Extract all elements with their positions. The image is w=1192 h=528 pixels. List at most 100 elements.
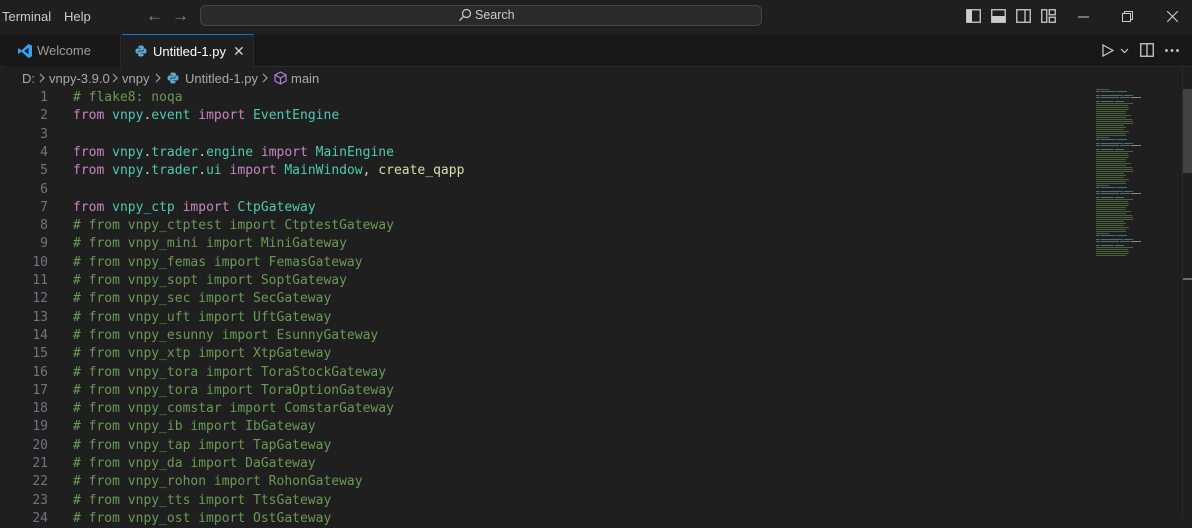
code-line[interactable]: 13 # from vnpy_uft import UftGateway xyxy=(0,309,1090,327)
minimap-line xyxy=(1096,251,1130,252)
breadcrumb-folder-vnpy[interactable]: vnpy xyxy=(122,71,149,86)
minimap[interactable] xyxy=(1092,89,1182,259)
minimap-line xyxy=(1096,247,1133,248)
minimap-line xyxy=(1107,197,1114,198)
toggle-panel-icon[interactable] xyxy=(991,9,1006,23)
minimap-line xyxy=(1113,193,1120,194)
more-actions-icon[interactable] xyxy=(1165,49,1179,52)
code-line[interactable]: 17 # from vnpy_tora import ToraOptionGate… xyxy=(0,382,1090,400)
customize-layout-icon[interactable] xyxy=(1041,9,1056,23)
minimap-line xyxy=(1096,233,1109,234)
minimap-line xyxy=(1096,161,1126,162)
run-python-file-icon[interactable] xyxy=(1102,44,1114,57)
minimap-line xyxy=(1096,101,1100,102)
minimap-line xyxy=(1100,245,1108,246)
code-token: # from vnpy_tora import ToraStockGateway xyxy=(73,364,387,380)
restore-icon[interactable] xyxy=(1122,11,1133,22)
close-window-icon[interactable] xyxy=(1167,11,1178,22)
minimap-line xyxy=(1107,149,1114,150)
toggle-primary-sidebar-icon[interactable] xyxy=(966,9,981,23)
breadcrumb-drive[interactable]: D: xyxy=(22,71,35,86)
code-line[interactable]: 19 # from vnpy_ib import IbGateway xyxy=(0,418,1090,436)
code-line[interactable]: 22 # from vnpy_rohon import RohonGateway xyxy=(0,473,1090,491)
tab-untitled-1[interactable]: Untitled-1.py ✕ xyxy=(122,34,254,68)
tab-welcome[interactable]: Welcome xyxy=(6,34,121,67)
back-arrow-icon[interactable]: ← xyxy=(146,6,163,26)
minimap-line xyxy=(1096,249,1128,250)
code-text: # from vnpy_ctptest import CtptestGatewa… xyxy=(73,217,394,235)
minimap-line xyxy=(1096,223,1126,224)
code-token: from xyxy=(73,108,113,124)
minimap-line xyxy=(1113,97,1120,98)
scrollbar-thumb[interactable] xyxy=(1183,89,1192,173)
code-line[interactable]: 11 # from vnpy_sopt import SoptGateway xyxy=(0,272,1090,290)
code-line[interactable]: 5 from vnpy.trader.ui import MainWindow, … xyxy=(0,162,1090,180)
minimap-line xyxy=(1109,139,1116,140)
breadcrumb-folder-vnpy-390[interactable]: vnpy-3.9.0 xyxy=(49,71,110,86)
code-token: import xyxy=(253,144,316,160)
minimap-line xyxy=(1113,145,1120,146)
command-center-search[interactable]: Search xyxy=(200,5,762,26)
code-token: # from vnpy_sec import SecGateway xyxy=(73,291,332,307)
code-token: from xyxy=(73,144,113,160)
chevron-down-icon[interactable] xyxy=(1120,48,1129,54)
minimap-line xyxy=(1114,149,1124,150)
minimize-icon[interactable] xyxy=(1078,16,1089,18)
close-tab-icon[interactable]: ✕ xyxy=(233,43,245,60)
code-token: # from vnpy_femas import FemasGateway xyxy=(73,254,363,270)
code-text: # from vnpy_tora import ToraOptionGatewa… xyxy=(73,382,394,400)
line-number: 6 xyxy=(40,181,48,197)
code-line[interactable]: 7 from vnpy_ctp import CtpGateway xyxy=(0,199,1090,217)
minimap-line xyxy=(1096,225,1124,226)
code-line[interactable]: 20 # from vnpy_tap import TapGateway xyxy=(0,437,1090,455)
code-line[interactable]: 23 # from vnpy_tts import TtsGateway xyxy=(0,492,1090,510)
line-number: 4 xyxy=(40,144,48,160)
code-line[interactable]: 4 from vnpy.trader.engine import MainEngi… xyxy=(0,144,1090,162)
chevron-right-icon xyxy=(112,73,118,83)
code-line[interactable]: 14 # from vnpy_esunny import EsunnyGatewa… xyxy=(0,327,1090,345)
code-line[interactable]: 8 # from vnpy_ctptest import CtptestGatew… xyxy=(0,217,1090,235)
breadcrumb-symbol[interactable]: main xyxy=(291,71,319,86)
code-editor[interactable]: 1 # flake8: noqa 2 from vnpy.event import E… xyxy=(0,89,1192,526)
code-line[interactable]: 21 # from vnpy_da import DaGateway xyxy=(0,455,1090,473)
code-line[interactable]: 16 # from vnpy_tora import ToraStockGatew… xyxy=(0,364,1090,382)
minimap-line xyxy=(1109,187,1116,188)
code-token: MainEngine xyxy=(315,144,394,160)
forward-arrow-icon[interactable]: → xyxy=(172,6,189,26)
minimap-line xyxy=(1096,185,1109,186)
code-line[interactable]: 1 # flake8: noqa xyxy=(0,89,1090,107)
menu-terminal[interactable]: Terminal xyxy=(2,9,51,24)
minimap-line xyxy=(1123,239,1133,240)
code-line[interactable]: 3 xyxy=(0,126,1090,144)
code-text: from vnpy.event import EventEngine xyxy=(73,107,339,125)
code-line[interactable]: 18 # from vnpy_comstar import ComstarGate… xyxy=(0,400,1090,418)
code-line[interactable]: 6 xyxy=(0,181,1090,199)
minimap-line xyxy=(1116,187,1127,188)
minimap-line xyxy=(1100,101,1108,102)
line-number: 21 xyxy=(32,456,48,471)
code-token: # from vnpy_ctptest import CtptestGatewa… xyxy=(73,218,394,234)
code-line[interactable]: 15 # from vnpy_xtp import XtpGateway xyxy=(0,345,1090,363)
minimap-line xyxy=(1096,239,1100,240)
code-line[interactable]: 10 # from vnpy_femas import FemasGateway xyxy=(0,254,1090,272)
line-number: 20 xyxy=(32,437,48,453)
split-editor-icon[interactable] xyxy=(1140,43,1154,57)
menu-help[interactable]: Help xyxy=(64,9,91,24)
breadcrumb-file[interactable]: Untitled-1.py xyxy=(185,71,258,86)
code-line[interactable]: 12 # from vnpy_sec import SecGateway xyxy=(0,290,1090,308)
line-number: 3 xyxy=(40,126,48,142)
minimap-line xyxy=(1096,163,1132,164)
code-token: create_qapp xyxy=(378,163,465,179)
minimap-line xyxy=(1096,209,1126,210)
minimap-line xyxy=(1096,107,1130,108)
code-token: # from vnpy_ib import IbGateway xyxy=(73,419,316,435)
code-line[interactable]: 9 # from vnpy_mini import MiniGateway xyxy=(0,235,1090,253)
tab-untitled-1-label: Untitled-1.py xyxy=(153,44,226,59)
line-number: 17 xyxy=(32,382,48,398)
search-label: Search xyxy=(475,8,515,22)
code-line[interactable]: 2 from vnpy.event import EventEngine xyxy=(0,107,1090,125)
minimap-line xyxy=(1096,135,1126,136)
toggle-secondary-sidebar-icon[interactable] xyxy=(1016,9,1031,23)
code-token: # from vnpy_tora import ToraOptionGatewa… xyxy=(73,382,394,398)
code-line[interactable]: 24 # from vnpy_ost import OstGateway xyxy=(0,510,1090,528)
